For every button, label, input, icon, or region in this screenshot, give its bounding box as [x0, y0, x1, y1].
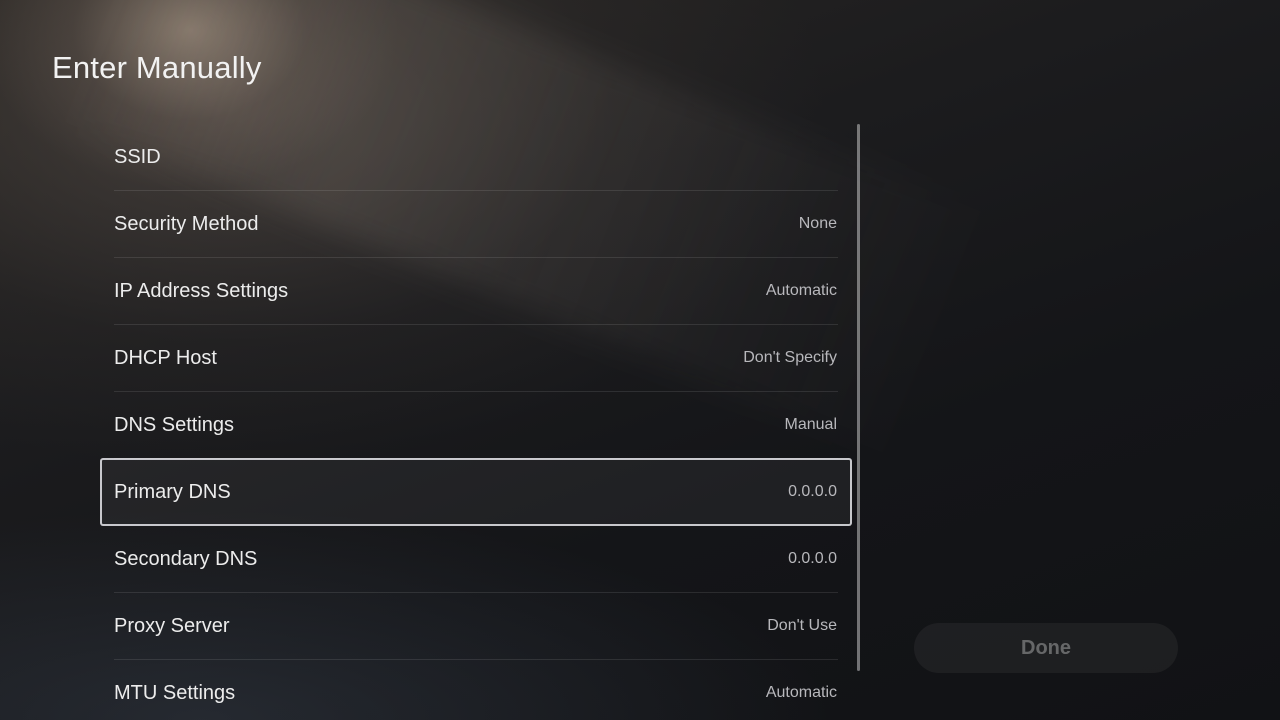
setting-label: Primary DNS: [114, 480, 231, 503]
setting-label: DHCP Host: [114, 346, 217, 369]
setting-value: Don't Specify: [743, 349, 837, 366]
setting-row-proxy-server[interactable]: Proxy Server Don't Use: [100, 593, 852, 660]
setting-row-mtu-settings[interactable]: MTU Settings Automatic: [100, 660, 852, 720]
done-button[interactable]: Done: [914, 623, 1178, 673]
setting-label: Secondary DNS: [114, 547, 258, 570]
setting-label: SSID: [114, 145, 161, 168]
setting-value: 0.0.0.0: [788, 550, 837, 567]
settings-list: SSID Security Method None IP Address Set…: [100, 124, 852, 720]
setting-row-ssid[interactable]: SSID: [100, 124, 852, 191]
setting-label: MTU Settings: [114, 681, 236, 704]
scrollbar-thumb[interactable]: [857, 124, 860, 671]
page-title: Enter Manually: [52, 50, 262, 85]
setting-value: None: [798, 215, 837, 232]
setting-label: Proxy Server: [114, 614, 230, 637]
setting-value: Automatic: [765, 282, 837, 299]
setting-row-security-method[interactable]: Security Method None: [100, 191, 852, 258]
setting-label: DNS Settings: [114, 413, 235, 436]
setting-row-dhcp-host[interactable]: DHCP Host Don't Specify: [100, 325, 852, 392]
setting-value: Automatic: [765, 684, 837, 701]
setting-row-primary-dns[interactable]: Primary DNS 0.0.0.0: [100, 458, 852, 526]
setting-row-ip-address-settings[interactable]: IP Address Settings Automatic: [100, 258, 852, 325]
setting-value: 0.0.0.0: [788, 483, 837, 500]
setting-value: Manual: [784, 416, 837, 433]
setting-value: Don't Use: [767, 617, 837, 634]
setting-label: Security Method: [114, 212, 259, 235]
setting-label: IP Address Settings: [114, 279, 289, 302]
setting-row-secondary-dns[interactable]: Secondary DNS 0.0.0.0: [100, 526, 852, 593]
setting-row-dns-settings[interactable]: DNS Settings Manual: [100, 392, 852, 459]
network-setup-screen: Enter Manually SSID Security Method None…: [0, 0, 1280, 720]
scrollbar[interactable]: [857, 124, 860, 671]
